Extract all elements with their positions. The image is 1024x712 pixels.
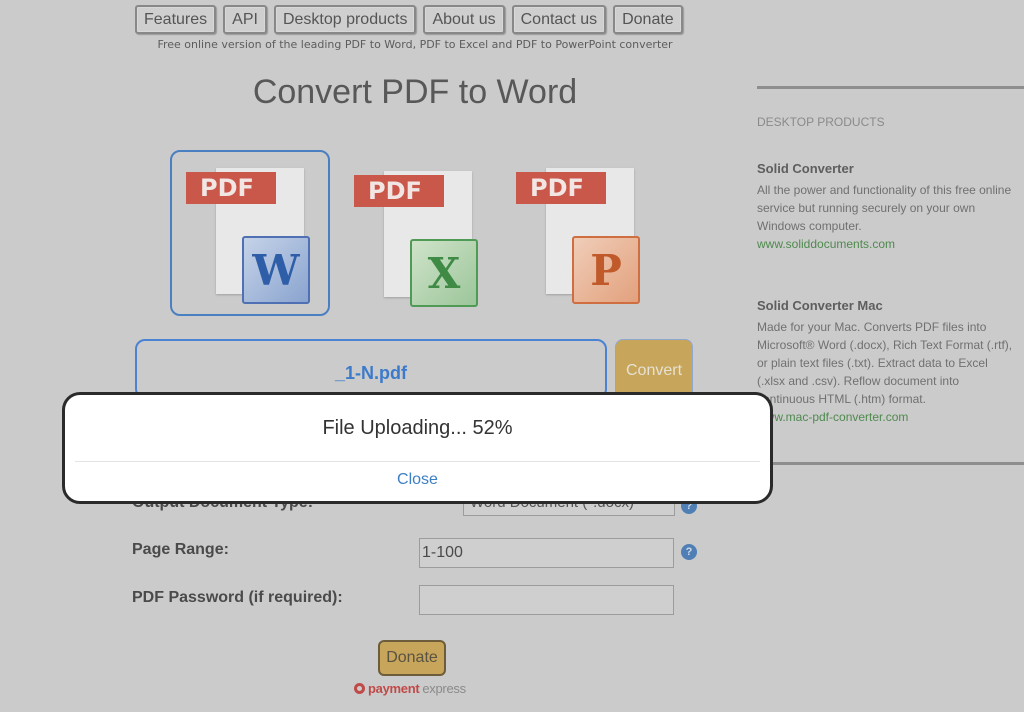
dialog-divider	[75, 461, 760, 462]
pdf-tag: PDF	[354, 175, 444, 207]
pdf-tag: PDF	[516, 172, 606, 204]
page-range-input[interactable]	[419, 538, 674, 568]
nav-donate-button[interactable]: Donate	[613, 5, 683, 34]
payment-express-ring-icon	[354, 683, 365, 694]
file-drop-zone[interactable]: _1-N.pdf	[135, 339, 607, 399]
donate-button[interactable]: Donate	[378, 640, 446, 676]
product-name: Solid Converter Mac	[757, 298, 883, 313]
nav-api-button[interactable]: API	[223, 5, 267, 34]
pdf-tag: PDF	[186, 172, 276, 204]
sidebar-product: Solid Converter Mac Made for your Mac. C…	[757, 297, 1017, 426]
pdf-password-label: PDF Password (if required):	[132, 589, 343, 606]
page-range-help-icon[interactable]: ?	[681, 544, 697, 560]
format-option-excel[interactable]: PDF X	[340, 155, 496, 317]
top-nav: Features API Desktop products About us C…	[135, 5, 683, 34]
pdf-password-input[interactable]	[419, 585, 674, 615]
upload-status-message: File Uploading... 52%	[322, 417, 513, 439]
product-link[interactable]: www.mac-pdf-converter.com	[757, 408, 1017, 426]
convert-button[interactable]: Convert	[615, 339, 693, 399]
powerpoint-icon: P	[572, 236, 640, 304]
word-icon: W	[242, 236, 310, 304]
sidebar-heading: DESKTOP PRODUCTS	[757, 115, 885, 129]
payment-express-logo: payment express	[354, 681, 466, 696]
nav-desktop-products-button[interactable]: Desktop products	[273, 5, 417, 34]
excel-icon: X	[410, 239, 478, 307]
product-description: Made for your Mac. Converts PDF files in…	[757, 320, 1013, 406]
nav-about-us-button[interactable]: About us	[423, 5, 505, 34]
tagline: Free online version of the leading PDF t…	[157, 38, 673, 51]
sidebar-top-divider	[757, 86, 1024, 89]
sidebar-product: Solid Converter All the power and functi…	[757, 160, 1017, 253]
sidebar-bottom-divider	[757, 462, 1024, 465]
nav-features-button[interactable]: Features	[135, 5, 217, 34]
format-option-word[interactable]: PDF W	[170, 150, 330, 316]
product-description: All the power and functionality of this …	[757, 183, 1012, 233]
page-title: Convert PDF to Word	[252, 73, 578, 111]
upload-progress-dialog: File Uploading... 52% Close	[62, 392, 773, 504]
product-name: Solid Converter	[757, 161, 854, 176]
nav-contact-us-button[interactable]: Contact us	[511, 5, 607, 34]
format-option-powerpoint[interactable]: PDF P	[502, 152, 658, 314]
selected-file-name: _1-N.pdf	[335, 363, 407, 383]
close-dialog-button[interactable]: Close	[65, 471, 770, 489]
product-link[interactable]: www.soliddocuments.com	[757, 235, 1017, 253]
page-range-label: Page Range:	[132, 541, 229, 558]
